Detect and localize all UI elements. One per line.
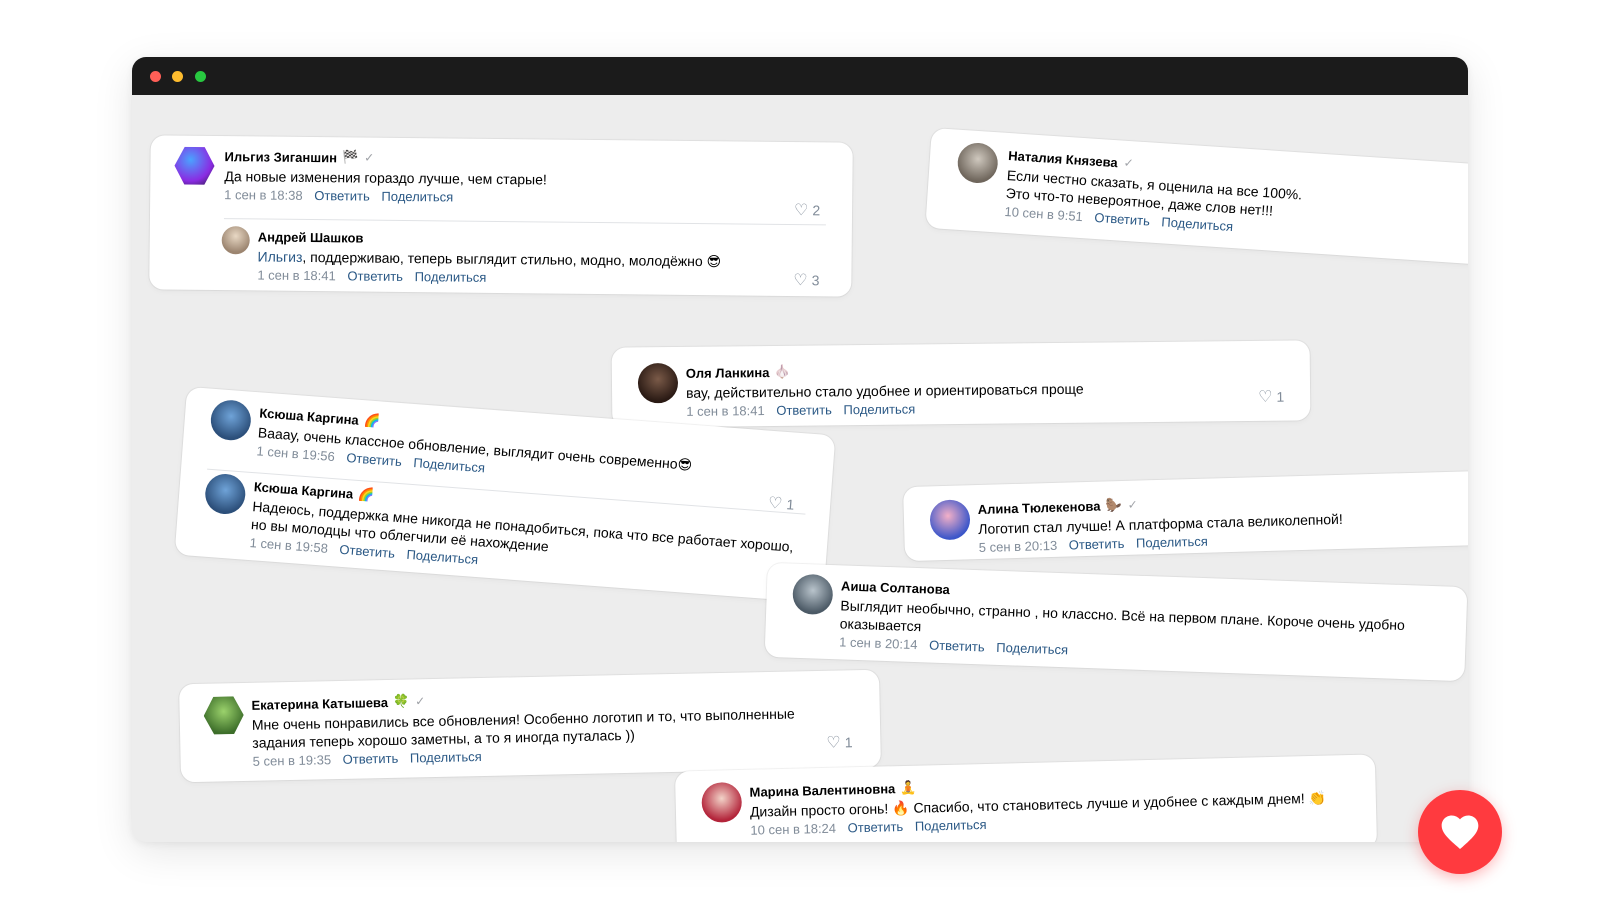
like-button[interactable]: ♡ 1 <box>1258 387 1284 407</box>
heart-outline-icon: ♡ <box>793 272 808 290</box>
comment-text: , поддерживаю, теперь выглядит стильно, … <box>302 248 722 270</box>
heart-shape <box>1441 815 1479 850</box>
status-badge: 🧄 <box>774 363 791 379</box>
heart-outline-icon: ♡ <box>826 734 841 752</box>
comment-card: Ильгиз Зиганшин 🏁 ✓ Да новые изменения г… <box>149 135 853 297</box>
avatar[interactable] <box>174 146 214 186</box>
check-icon: ✓ <box>364 150 375 165</box>
comment-date[interactable]: 1 сен в 19:58 <box>249 535 328 556</box>
author-name[interactable]: Оля Ланкина <box>686 365 770 381</box>
avatar[interactable] <box>203 472 247 516</box>
status-badge: 🏁 <box>341 149 359 165</box>
comment-card: Алина Тюлекенова 🦫 ✓ Логотип стал лучше!… <box>903 470 1468 562</box>
share-link[interactable]: Поделиться <box>1161 214 1234 234</box>
heart-outline-icon: ♡ <box>793 202 809 220</box>
avatar[interactable] <box>792 573 834 616</box>
avatar[interactable] <box>209 398 253 442</box>
status-badge: 🌈 <box>357 486 375 503</box>
comment-date[interactable]: 10 сен в 9:51 <box>1004 204 1083 224</box>
author-name[interactable]: Екатерина Катышева <box>251 694 388 712</box>
heart-outline-icon: ♡ <box>1258 388 1273 406</box>
author-name[interactable]: Марина Валентиновна <box>749 781 895 800</box>
comment-date[interactable]: 5 сен в 19:35 <box>253 752 332 769</box>
like-count: 1 <box>1276 388 1285 405</box>
comment-date[interactable]: 1 сен в 18:38 <box>224 187 303 203</box>
status-badge: 🧘 <box>900 779 917 796</box>
status-badge: 🌈 <box>363 412 381 429</box>
like-button[interactable]: ♡ 2 <box>794 200 820 220</box>
like-button[interactable]: ♡ 3 <box>793 270 819 290</box>
like-button[interactable]: ♡ 1 <box>826 732 853 753</box>
share-link[interactable]: Поделиться <box>415 269 487 285</box>
avatar[interactable] <box>637 362 679 404</box>
reply-link[interactable]: Ответить <box>346 450 403 469</box>
like-count: 1 <box>844 734 853 751</box>
like-count: 1 <box>785 496 795 513</box>
comment-date[interactable]: 10 сен в 18:24 <box>750 821 836 838</box>
author-name[interactable]: Аиша Солтанова <box>841 578 950 597</box>
mention-link[interactable]: Ильгиз <box>257 248 302 264</box>
reply-link[interactable]: Ответить <box>347 268 403 284</box>
share-link[interactable]: Поделиться <box>915 817 987 834</box>
comment-date[interactable]: 5 сен в 20:13 <box>979 538 1058 555</box>
comment-card: Наталия Князева ✓ Если честно сказать, я… <box>925 127 1468 267</box>
reply-link[interactable]: Ответить <box>314 188 370 204</box>
close-window-button[interactable] <box>150 71 161 82</box>
reply-link[interactable]: Ответить <box>343 751 399 767</box>
author-name[interactable]: Ильгиз Зиганшин <box>225 149 338 165</box>
window-titlebar <box>132 57 1468 95</box>
share-link[interactable]: Поделиться <box>996 640 1068 657</box>
author-name[interactable]: Алина Тюлекенова <box>978 498 1101 516</box>
share-link[interactable]: Поделиться <box>1136 534 1208 551</box>
comment-card: Аиша Солтанова Выглядит необычно, странн… <box>764 562 1468 682</box>
share-link[interactable]: Поделиться <box>406 547 479 567</box>
comments-collage: Ильгиз Зиганшин 🏁 ✓ Да новые изменения г… <box>132 95 1468 842</box>
avatar[interactable] <box>203 695 244 736</box>
comment-date[interactable]: 1 сен в 18:41 <box>257 267 336 283</box>
reply-link[interactable]: Ответить <box>1069 536 1125 553</box>
divider <box>223 218 826 226</box>
comment-card: Оля Ланкина 🧄 вау, действительно стало у… <box>611 340 1311 428</box>
comment-date[interactable]: 1 сен в 19:56 <box>256 443 335 464</box>
status-badge: 🍀 <box>392 693 410 709</box>
like-count: 3 <box>811 272 820 289</box>
share-link[interactable]: Поделиться <box>381 189 453 205</box>
comment-date[interactable]: 1 сен в 18:41 <box>686 403 765 419</box>
avatar[interactable] <box>221 226 250 255</box>
reply-link[interactable]: Ответить <box>776 402 832 418</box>
check-icon: ✓ <box>1123 155 1135 171</box>
avatar[interactable] <box>701 781 743 823</box>
status-badge: 🦫 <box>1105 497 1122 513</box>
heart-filled-icon[interactable] <box>1418 790 1502 874</box>
reply-link[interactable]: Ответить <box>339 542 396 561</box>
minimize-window-button[interactable] <box>172 71 183 82</box>
maximize-window-button[interactable] <box>195 71 206 82</box>
check-icon: ✓ <box>415 694 426 709</box>
comment-card: Екатерина Катышева 🍀 ✓ Мне очень понрави… <box>179 669 881 783</box>
share-link[interactable]: Поделиться <box>843 401 915 417</box>
reply-link[interactable]: Ответить <box>1094 210 1150 229</box>
like-count: 2 <box>812 202 821 219</box>
reply-link[interactable]: Ответить <box>929 637 985 654</box>
author-name[interactable]: Андрей Шашков <box>258 229 364 245</box>
avatar[interactable] <box>956 141 1000 185</box>
browser-window: Ильгиз Зиганшин 🏁 ✓ Да новые изменения г… <box>132 57 1468 842</box>
share-link[interactable]: Поделиться <box>413 455 486 475</box>
check-icon: ✓ <box>1127 497 1138 512</box>
reply-link[interactable]: Ответить <box>847 819 903 835</box>
comment-date[interactable]: 1 сен в 20:14 <box>839 634 918 652</box>
share-link[interactable]: Поделиться <box>410 749 482 766</box>
avatar[interactable] <box>929 499 971 541</box>
